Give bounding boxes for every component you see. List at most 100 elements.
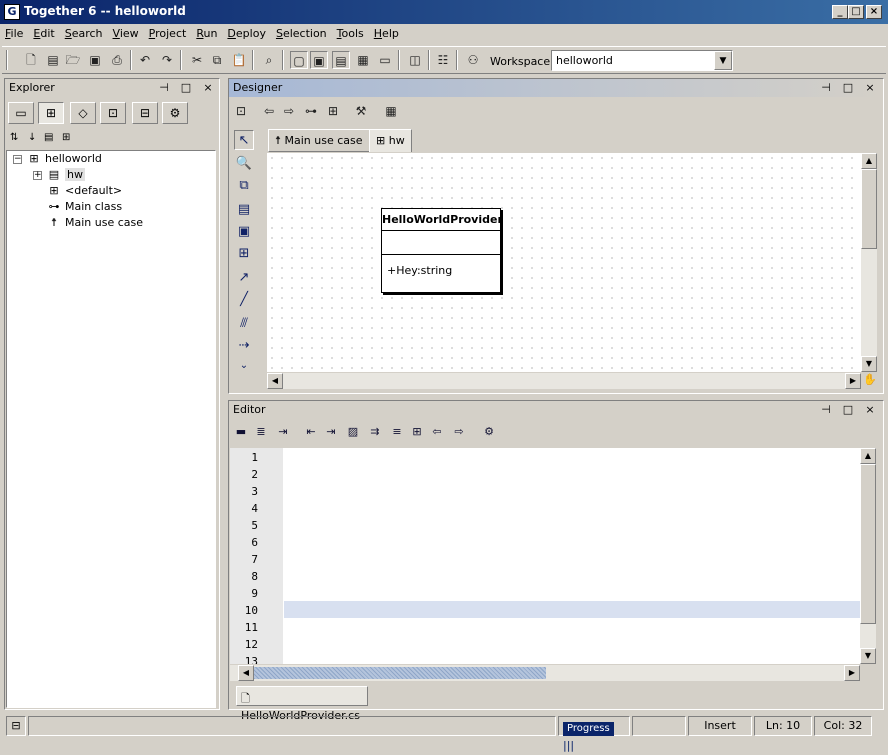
hand-tool-icon[interactable]: ✋: [862, 373, 878, 389]
indent-icon[interactable]: ⇤: [302, 423, 320, 441]
maximize-panel-icon[interactable]: □: [179, 81, 193, 95]
comment-icon[interactable]: ▨: [344, 423, 362, 441]
menu-view[interactable]: View: [108, 24, 144, 40]
copy-icon[interactable]: ⧉: [208, 51, 226, 69]
menu-deploy[interactable]: Deploy: [222, 24, 271, 40]
diagram-props-icon[interactable]: ⊡: [232, 102, 250, 120]
code-editor[interactable]: 1 2 3 4 5 6 7 8 9 10 11 12 13: [230, 448, 860, 664]
properties-icon[interactable]: ▭: [376, 51, 394, 69]
menu-project[interactable]: Project: [144, 24, 192, 40]
scroll-thumb[interactable]: [254, 667, 546, 679]
explorer-tab-diagrams[interactable]: ◇: [70, 102, 96, 124]
expand-toggle[interactable]: +: [33, 171, 42, 180]
new-doc-icon[interactable]: ▤: [44, 51, 62, 69]
tree-node-helloworld[interactable]: ⊞ helloworld: [27, 151, 101, 167]
class-tool-icon[interactable]: ▤: [234, 200, 254, 220]
menu-edit[interactable]: Edit: [28, 24, 59, 40]
close-panel-icon[interactable]: ×: [201, 81, 215, 95]
filter-icon[interactable]: ▤: [44, 132, 53, 143]
back-icon[interactable]: ⇦: [260, 102, 278, 120]
scroll-right-icon[interactable]: ▶: [844, 665, 860, 681]
sort-alpha-icon[interactable]: ↓: [28, 132, 36, 143]
nav-back-icon[interactable]: ⇦: [428, 423, 446, 441]
collapse-toggle[interactable]: −: [13, 155, 22, 164]
editor-toggle-icon[interactable]: ▤: [332, 51, 350, 69]
maximize-button[interactable]: □: [848, 5, 864, 19]
menu-help[interactable]: Help: [369, 24, 404, 40]
menu-run[interactable]: Run: [191, 24, 222, 40]
class-helloworldprovider[interactable]: HelloWorldProvider +Hey:string: [381, 208, 503, 293]
workspace-select[interactable]: helloworld ▼: [551, 50, 733, 71]
editor-options-icon[interactable]: ⚙: [480, 423, 498, 441]
open-folder-icon[interactable]: 🗁: [64, 51, 82, 69]
editor-vertical-scrollbar[interactable]: ▲ ▼: [860, 448, 876, 664]
scroll-thumb[interactable]: [861, 169, 877, 249]
hierarchy-icon[interactable]: ⊶: [302, 102, 320, 120]
tree-node-hw[interactable]: ▤ hw: [47, 167, 85, 183]
explorer-tab-modules[interactable]: ⊡: [100, 102, 126, 124]
menu-selection[interactable]: Selection: [271, 24, 332, 40]
cut-icon[interactable]: ✂: [188, 51, 206, 69]
more-tools-icon[interactable]: ⌄: [234, 356, 254, 376]
close-button[interactable]: ×: [866, 5, 882, 19]
scroll-down-icon[interactable]: ▼: [860, 648, 876, 664]
explorer-tab-directory[interactable]: ▭: [8, 102, 34, 124]
close-panel-icon[interactable]: ×: [863, 81, 877, 95]
view-icon[interactable]: ⊞: [62, 132, 70, 143]
code-folding-icon[interactable]: ≣: [252, 423, 270, 441]
editor-horizontal-scrollbar[interactable]: ◀ ▶: [230, 665, 860, 681]
save-icon[interactable]: ▣: [86, 51, 104, 69]
tab-main-use-case[interactable]: ☨ Main use case: [268, 129, 370, 152]
association-tool-icon[interactable]: ↗: [234, 268, 254, 288]
redo-icon[interactable]: ↷: [158, 51, 176, 69]
zoom-tool-icon[interactable]: 🔍: [234, 154, 254, 174]
maximize-panel-icon[interactable]: □: [841, 81, 855, 95]
word-wrap-icon[interactable]: ⇥: [274, 423, 292, 441]
explorer-toggle-icon[interactable]: ▢: [290, 51, 308, 69]
layout-icon[interactable]: ⊞: [324, 102, 342, 120]
tree-node-main-class[interactable]: ⊶ Main class: [47, 199, 123, 215]
designer-vertical-scrollbar[interactable]: ▲ ▼: [861, 153, 877, 372]
scroll-down-icon[interactable]: ▼: [861, 356, 877, 372]
scroll-up-icon[interactable]: ▲: [861, 153, 877, 169]
tools-icon[interactable]: ⚒: [352, 102, 370, 120]
new-file-icon[interactable]: 🗋: [22, 51, 40, 69]
chevron-down-icon[interactable]: ▼: [714, 51, 732, 70]
sort-icon[interactable]: ⇅: [10, 132, 18, 143]
tab-hw[interactable]: ⊞ hw: [369, 129, 412, 152]
line-icon[interactable]: ≡: [388, 423, 406, 441]
paste-icon[interactable]: 📋: [230, 51, 248, 69]
file-tab[interactable]: 🗋 HelloWorldProvider.cs: [236, 686, 368, 722]
dependency-tool-icon[interactable]: ⇢: [234, 336, 254, 356]
nav-forward-icon[interactable]: ⇨: [450, 423, 468, 441]
close-panel-icon[interactable]: ×: [863, 403, 877, 417]
message-icon[interactable]: ▦: [354, 51, 372, 69]
options-icon[interactable]: ☷: [434, 51, 452, 69]
package-tool-icon[interactable]: ⊞: [234, 244, 254, 264]
interface-tool-icon[interactable]: ▣: [234, 222, 254, 242]
pin-icon[interactable]: ⊣: [157, 81, 171, 95]
scroll-left-icon[interactable]: ◀: [267, 373, 283, 389]
scroll-thumb[interactable]: [860, 464, 876, 624]
line-tool-icon[interactable]: ╱: [234, 290, 254, 310]
minimize-button[interactable]: _: [832, 5, 848, 19]
find-binoculars-icon[interactable]: ⌕: [260, 51, 278, 69]
pin-icon[interactable]: ⊣: [819, 81, 833, 95]
designer-toggle-icon[interactable]: ▣: [310, 51, 328, 69]
menu-file[interactable]: File: [0, 24, 28, 40]
explorer-tab-components[interactable]: ⊟: [132, 102, 158, 124]
overview-icon[interactable]: ▦: [382, 102, 400, 120]
pointer-tool-icon[interactable]: ↖: [234, 130, 254, 150]
undo-icon[interactable]: ↶: [136, 51, 154, 69]
bookmark-icon[interactable]: ⊞: [408, 423, 426, 441]
menu-search[interactable]: Search: [60, 24, 108, 40]
toggle-gutter-icon[interactable]: ▬: [232, 423, 250, 441]
pin-icon[interactable]: ⊣: [819, 403, 833, 417]
print-icon[interactable]: ⎙: [108, 51, 126, 69]
window-icon[interactable]: ◫: [406, 51, 424, 69]
outdent-icon[interactable]: ⇥: [322, 423, 340, 441]
designer-horizontal-scrollbar[interactable]: ◀ ▶: [267, 373, 861, 389]
tree-node-default[interactable]: ⊞ <default>: [47, 183, 122, 199]
scroll-up-icon[interactable]: ▲: [860, 448, 876, 464]
forward-icon[interactable]: ⇨: [280, 102, 298, 120]
